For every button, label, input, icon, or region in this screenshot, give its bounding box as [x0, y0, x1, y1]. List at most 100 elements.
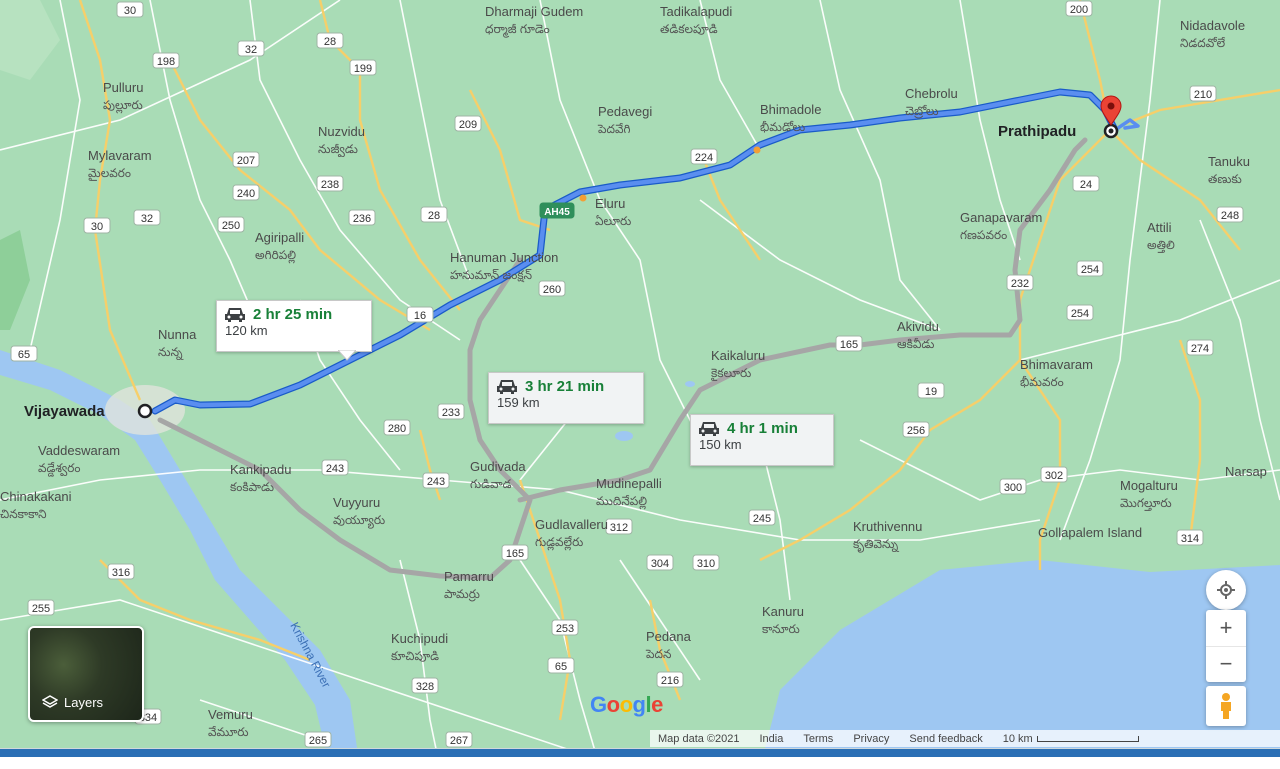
- route-card-alt-1[interactable]: 3 hr 21 min 159 km: [488, 372, 644, 424]
- place-label-te: గుడివాడ: [470, 477, 512, 491]
- highway-shield-274: 274: [1186, 339, 1214, 356]
- country-link[interactable]: India: [760, 733, 784, 745]
- place-label-kanuru: Kanuru: [762, 604, 804, 619]
- highway-shield-254: 254: [1076, 260, 1104, 277]
- place-label-hanuman-junction: Hanuman Junction: [450, 250, 558, 265]
- send-feedback-link[interactable]: Send feedback: [909, 733, 982, 745]
- place-label-akividu: Akividu: [897, 319, 939, 334]
- layers-button[interactable]: Layers: [28, 626, 144, 722]
- highway-shield-32: 32: [237, 40, 265, 57]
- highway-shield-24: 24: [1072, 175, 1100, 192]
- svg-text:16: 16: [414, 310, 426, 322]
- svg-text:240: 240: [237, 188, 255, 200]
- place-label-attili: Attili: [1147, 220, 1172, 235]
- route-distance: 159 km: [497, 395, 540, 410]
- svg-text:243: 243: [326, 463, 344, 475]
- route-distance: 150 km: [699, 437, 742, 452]
- highway-shield-199: 199: [349, 59, 377, 76]
- svg-text:328: 328: [416, 681, 434, 693]
- highway-shield-304: 304: [646, 554, 674, 571]
- place-label-nidadavole: Nidadavole: [1180, 18, 1245, 33]
- svg-text:28: 28: [324, 36, 336, 48]
- layers-label: Layers: [64, 694, 104, 710]
- place-label-narsap: Narsap: [1225, 464, 1267, 479]
- car-icon: [225, 308, 245, 322]
- highway-shield-265: 265: [304, 731, 332, 748]
- scale-label: 10 km: [1002, 732, 1033, 745]
- highway-shield-260: 260: [538, 280, 566, 297]
- zoom-in-icon[interactable]: +: [1206, 610, 1246, 647]
- place-label-eluru: Eluru: [595, 196, 625, 211]
- place-label-bhimadole: Bhimadole: [760, 102, 821, 117]
- place-label-te: అగిరిపల్లి: [255, 248, 296, 264]
- svg-text:30: 30: [91, 221, 103, 233]
- svg-text:243: 243: [427, 476, 445, 488]
- route-duration: 4 hr 1 min: [727, 419, 798, 437]
- place-label-te: నున్న: [158, 345, 184, 361]
- place-label-tanuku: Tanuku: [1208, 154, 1250, 169]
- window-bottom-bar: [0, 748, 1280, 769]
- svg-text:265: 265: [309, 735, 327, 747]
- place-label-pedana: Pedana: [646, 629, 692, 644]
- svg-text:274: 274: [1191, 343, 1209, 355]
- highway-shield-255: 255: [27, 599, 55, 616]
- place-label-mylavaram: Mylavaram: [88, 148, 152, 163]
- highway-shield-248: 248: [1216, 206, 1244, 223]
- route-duration: 2 hr 25 min: [253, 305, 333, 323]
- place-label-dharmaji-gudem: Dharmaji Gudem: [485, 4, 583, 19]
- destination-marker[interactable]: [1103, 123, 1119, 139]
- place-label-te: వేమూరు: [208, 725, 249, 739]
- svg-text:253: 253: [556, 623, 574, 635]
- route-card-alt-2[interactable]: 4 hr 1 min 150 km: [690, 414, 834, 466]
- taskbar-strip: [0, 749, 1280, 757]
- svg-text:165: 165: [840, 339, 858, 351]
- highway-shield-216: 216: [656, 671, 684, 688]
- place-label-pamarru: Pamarru: [444, 569, 494, 584]
- highway-shield-254: 254: [1066, 304, 1094, 321]
- route-duration: 3 hr 21 min: [525, 377, 605, 395]
- highway-shield-240: 240: [232, 184, 260, 201]
- route-distance: 120 km: [225, 323, 268, 338]
- place-label-te: నుజ్వీడు: [318, 142, 358, 158]
- scale-line: [1036, 735, 1139, 742]
- zoom-control: + −: [1206, 610, 1246, 682]
- place-label-te: గణపవరం: [960, 228, 1007, 242]
- svg-text:65: 65: [555, 661, 567, 673]
- privacy-link[interactable]: Privacy: [853, 733, 889, 745]
- highway-shield-232: 232: [1006, 274, 1034, 291]
- highway-shield-300: 300: [999, 478, 1027, 495]
- place-label-mogalturu: Mogalturu: [1120, 478, 1178, 493]
- svg-text:233: 233: [442, 407, 460, 419]
- highway-shield-19: 19: [917, 382, 945, 399]
- place-label-te: వుయ్యూరు: [333, 513, 385, 529]
- highway-shield-198: 198: [152, 52, 180, 69]
- highway-shield-16: 16: [406, 306, 434, 323]
- layers-icon: [42, 695, 58, 708]
- pegman-icon: [1221, 693, 1231, 719]
- my-location-button[interactable]: [1206, 570, 1246, 610]
- highway-shield-280: 280: [383, 419, 411, 436]
- terms-link[interactable]: Terms: [803, 733, 833, 745]
- origin-marker[interactable]: [137, 403, 153, 419]
- place-label-gudlavalleru: Gudlavalleru: [535, 517, 608, 532]
- zoom-out-icon[interactable]: −: [1206, 647, 1246, 683]
- place-label-te: ఆకివీడు: [897, 337, 934, 351]
- place-label-te: అత్తిలి: [1147, 238, 1175, 253]
- place-label-chebrolu: Chebrolu: [905, 86, 958, 101]
- highway-shield-243: 243: [422, 472, 450, 489]
- map-footer: Map data ©2021 India Terms Privacy Send …: [650, 730, 1280, 747]
- place-label-agiripalli: Agiripalli: [255, 230, 304, 245]
- place-label-gudivada: Gudivada: [470, 459, 526, 474]
- svg-text:209: 209: [459, 119, 477, 131]
- place-label-te: మైలవరం: [88, 166, 131, 181]
- svg-text:304: 304: [651, 558, 669, 570]
- street-view-button[interactable]: [1206, 686, 1246, 726]
- svg-text:32: 32: [141, 213, 153, 225]
- place-label-vuyyuru: Vuyyuru: [333, 495, 380, 510]
- highway-shield-28: 28: [316, 32, 344, 49]
- scale-bar[interactable]: 10 km: [1003, 733, 1139, 745]
- highway-shield-30: 30: [83, 217, 111, 234]
- route-card-selected[interactable]: 2 hr 25 min 120 km: [216, 300, 372, 352]
- place-label-te: చినకాకాని: [0, 507, 47, 521]
- place-label-te: నిడదవోలే: [1180, 36, 1226, 50]
